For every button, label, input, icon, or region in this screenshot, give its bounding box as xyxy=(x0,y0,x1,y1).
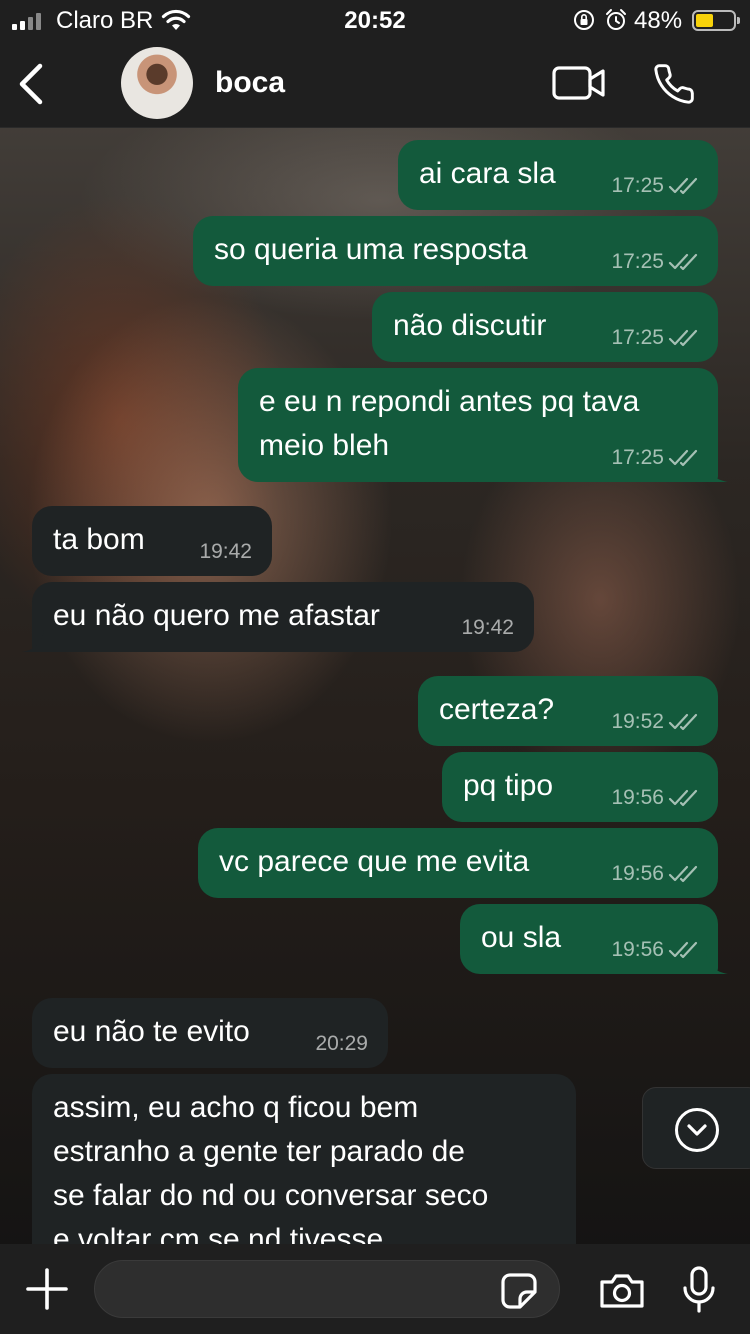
message-time: 19:42 xyxy=(461,616,514,639)
message-bubble-incoming[interactable]: eu não quero me afastar 19:42 xyxy=(22,582,534,652)
message-bubble-outgoing[interactable]: so queria uma resposta 17:25 xyxy=(193,216,718,286)
plus-icon[interactable] xyxy=(26,1268,68,1310)
message-text: assim, eu acho q ficou bem estranho a ge… xyxy=(53,1091,489,1256)
microphone-icon[interactable] xyxy=(680,1266,718,1314)
bubble-tail xyxy=(706,460,728,482)
message-bubble-outgoing[interactable]: ai cara sla 17:25 xyxy=(398,140,718,210)
message-bubble-outgoing[interactable]: certeza? 19:52 xyxy=(418,676,718,746)
message-input[interactable] xyxy=(94,1260,560,1318)
chevron-down-circle-icon xyxy=(675,1108,719,1152)
read-receipt-icon xyxy=(668,789,698,807)
read-receipt-icon xyxy=(668,713,698,731)
camera-icon[interactable] xyxy=(598,1272,646,1310)
message-text: pq tipo xyxy=(463,769,554,802)
orientation-lock-icon xyxy=(574,10,594,30)
bubble-tail xyxy=(706,952,728,974)
read-receipt-icon xyxy=(668,329,698,347)
read-receipt-icon xyxy=(668,253,698,271)
message-time: 19:56 xyxy=(611,786,664,809)
message-time: 19:52 xyxy=(611,710,664,733)
contact-name[interactable]: boca xyxy=(215,66,285,100)
battery-icon xyxy=(692,10,740,31)
message-bubble-outgoing[interactable]: não discutir 17:25 xyxy=(372,292,718,362)
message-text: ta bom xyxy=(53,523,145,556)
message-time: 20:29 xyxy=(315,1032,368,1055)
message-bubble-incoming[interactable]: eu não te evito 20:29 xyxy=(32,998,388,1068)
read-receipt-icon xyxy=(668,177,698,195)
message-time: 19:56 xyxy=(611,862,664,885)
chevron-left-icon[interactable] xyxy=(14,62,48,106)
message-text: não discutir xyxy=(393,309,547,342)
read-receipt-icon xyxy=(668,941,698,959)
message-time: 19:56 xyxy=(611,938,664,961)
message-bubble-outgoing[interactable]: ou sla 19:56 xyxy=(460,904,728,974)
bubble-tail xyxy=(22,630,44,652)
scroll-to-bottom-button[interactable] xyxy=(642,1087,750,1169)
read-receipt-icon xyxy=(668,865,698,883)
contact-avatar[interactable] xyxy=(121,47,193,119)
message-time: 17:25 xyxy=(611,446,664,469)
message-bubble-incoming[interactable]: ta bom 19:42 xyxy=(32,506,272,576)
read-receipt-icon xyxy=(668,449,698,467)
sticker-icon[interactable] xyxy=(500,1272,538,1310)
video-camera-icon[interactable] xyxy=(552,64,606,102)
message-bubble-outgoing[interactable]: vc parece que me evita 19:56 xyxy=(198,828,718,898)
message-text: vc parece que me evita xyxy=(219,845,530,878)
status-bar: Claro BR 20:52 48% xyxy=(0,0,750,40)
message-text: ou sla xyxy=(481,921,562,954)
message-text: certeza? xyxy=(439,693,555,726)
alarm-icon xyxy=(606,9,626,30)
message-time: 17:25 xyxy=(611,250,664,273)
battery-percent: 48% xyxy=(634,7,683,34)
message-time: 17:25 xyxy=(611,174,664,197)
message-text: so queria uma resposta xyxy=(214,233,528,266)
message-time: 19:42 xyxy=(199,540,252,563)
composer-bar xyxy=(0,1244,750,1334)
phone-icon[interactable] xyxy=(652,62,696,106)
chat-header: boca xyxy=(0,40,750,128)
message-text: eu não quero me afastar xyxy=(53,599,380,632)
message-bubble-outgoing[interactable]: e eu n repondi antes pq tava meio bleh 1… xyxy=(238,368,728,482)
message-text: e eu n repondi antes pq tava meio bleh xyxy=(259,385,640,462)
message-bubble-outgoing[interactable]: pq tipo 19:56 xyxy=(442,752,718,822)
message-time: 17:25 xyxy=(611,326,664,349)
message-text: ai cara sla xyxy=(419,157,556,190)
message-text: eu não te evito xyxy=(53,1015,250,1048)
